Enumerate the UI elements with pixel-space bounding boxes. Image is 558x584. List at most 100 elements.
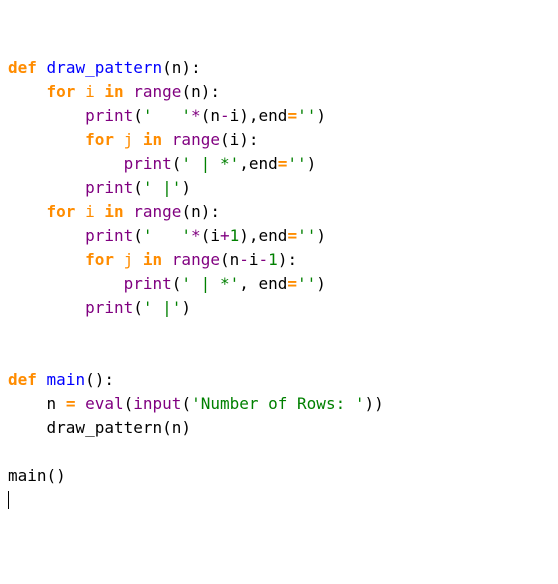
op-star: * [191,226,201,245]
paren: ) [201,202,211,221]
colon: : [210,82,220,101]
paren: ) [316,106,326,125]
colon: : [249,130,259,149]
string-empty: '' [297,106,316,125]
paren: ( [201,106,211,125]
op-eq: = [287,106,297,125]
paren: ) [278,250,288,269]
paren: ) [239,130,249,149]
keyword-for: for [85,250,114,269]
keyword-in: in [104,202,123,221]
keyword-in: in [143,130,162,149]
var-j: j [124,250,134,269]
var-n: n [230,250,240,269]
var-j: j [124,130,134,149]
builtin-range: range [172,250,220,269]
kwarg-end: end [258,274,287,293]
var-n: n [47,394,57,413]
paren: ( [220,250,230,269]
colon: : [210,202,220,221]
keyword-in: in [143,250,162,269]
paren: ( [172,274,182,293]
colon: : [191,58,201,77]
comma: , [249,226,259,245]
kwarg-end: end [259,226,288,245]
builtin-range: range [172,130,220,149]
num-1: 1 [230,226,240,245]
paren: ( [172,154,182,173]
op-minus: - [239,250,249,269]
var-i: i [85,202,95,221]
builtin-range: range [133,202,181,221]
paren: ( [124,394,134,413]
op-eq: = [278,154,288,173]
keyword-for: for [85,130,114,149]
text-cursor [8,491,9,509]
paren: ) [239,106,249,125]
paren: ) [181,58,191,77]
colon: : [287,250,297,269]
paren: ) [95,370,105,389]
builtin-print: print [124,154,172,173]
comma: , [249,106,259,125]
op-minus: - [220,106,230,125]
paren: ( [133,178,143,197]
op-plus: + [220,226,230,245]
builtin-print: print [85,226,133,245]
paren: ( [133,106,143,125]
paren: ( [181,82,191,101]
paren: ( [85,370,95,389]
string-bar: ' |' [143,298,182,317]
op-star: * [191,106,201,125]
string-spaces: ' ' [143,106,191,125]
var-i: i [230,130,240,149]
op-eq: = [66,394,76,413]
paren: ) [316,274,326,293]
paren: ) [181,298,191,317]
op-eq: = [287,226,297,245]
fn-draw-pattern: draw_pattern [47,58,163,77]
paren: ) [374,394,384,413]
paren: ) [316,226,326,245]
op-minus: - [259,250,269,269]
builtin-print: print [85,298,133,317]
call-draw-pattern: draw_pattern(n) [47,418,192,437]
paren: ( [133,298,143,317]
paren: ( [162,58,172,77]
colon: : [104,370,114,389]
builtin-input: input [133,394,181,413]
op-eq: = [287,274,297,293]
string-prompt: 'Number of Rows: ' [191,394,364,413]
var-n: n [191,82,201,101]
paren: ) [181,178,191,197]
var-n: n [191,202,201,221]
builtin-range: range [133,82,181,101]
keyword-for: for [47,82,76,101]
paren: ( [220,130,230,149]
comma: , [239,154,249,173]
paren: ( [133,226,143,245]
num-1: 1 [268,250,278,269]
comma: , [239,274,249,293]
string-barstar: ' | *' [181,274,239,293]
string-spaces: ' ' [143,226,191,245]
var-i: i [85,82,95,101]
string-empty: '' [297,274,316,293]
kwarg-end: end [259,106,288,125]
string-empty: '' [287,154,306,173]
var-n: n [210,106,220,125]
keyword-for: for [47,202,76,221]
builtin-eval: eval [85,394,124,413]
fn-main: main [47,370,86,389]
string-empty: '' [297,226,316,245]
code-block: def draw_pattern(n): for i in range(n): … [8,56,550,512]
keyword-def: def [8,370,37,389]
builtin-print: print [85,106,133,125]
paren: ( [181,394,191,413]
var-i: i [249,250,259,269]
keyword-in: in [104,82,123,101]
kwarg-end: end [249,154,278,173]
var-i: i [210,226,220,245]
param-n: n [172,58,182,77]
paren: ( [201,226,211,245]
